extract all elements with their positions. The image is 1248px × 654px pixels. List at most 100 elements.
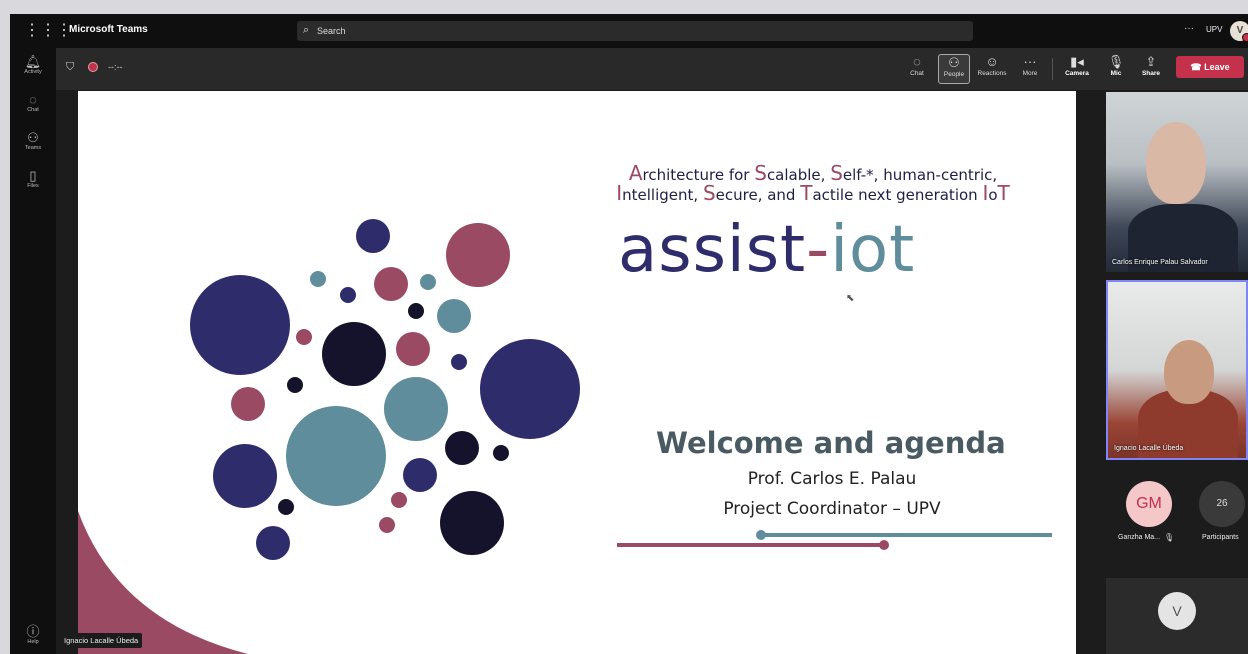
participant-face [1164,340,1214,404]
control-label: Reactions [977,70,1007,77]
logo-dot [437,299,471,333]
chat-icon: ◌ [913,54,921,69]
more-button[interactable]: ··· More [1016,54,1044,84]
rail-label: Teams [24,145,42,151]
participant-face [1146,122,1206,204]
mic-button[interactable]: 🎙︎ Mic [1104,54,1128,84]
toolbar-divider [1052,58,1053,80]
logo-dot [384,377,448,441]
logo-word-iot: iot [830,213,916,287]
file-icon: ▯ [29,168,37,183]
logo-dot [356,219,390,253]
reactions-button[interactable]: ☺ Reactions [974,54,1010,84]
logo-dot [231,387,265,421]
maroon-rule-dot [879,540,889,550]
logo-dot [420,274,436,290]
control-label: Mic [1110,70,1122,77]
logo-hyphen: - [806,213,831,287]
slide-heading: Welcome and agenda [656,426,1006,460]
leave-button[interactable]: ☎︎ Leave [1176,56,1244,78]
subtitle-segment: o [988,186,998,204]
rail-item-teams[interactable]: ⚇ Teams [10,130,56,151]
rail-label: Chat [27,107,39,113]
leave-label: Leave [1204,62,1230,72]
share-button[interactable]: ⇪ Share [1136,54,1166,84]
rail-label: Help [27,639,39,645]
participants-count-button[interactable]: 26 [1199,481,1245,527]
logo-dot [451,354,467,370]
logo-dot [287,377,303,393]
rail-label: Activity [24,69,42,75]
subtitle-segment: T [997,181,1010,205]
self-video-tile[interactable]: V [1106,578,1248,654]
teams-window: ⋮⋮⋮ Microsoft Teams ⌕ Search ··· UPV V 🔔… [10,14,1248,654]
more-options-button[interactable]: ··· [1184,23,1194,34]
logo-dot [374,267,408,301]
slide-role: Project Coordinator – UPV [723,499,941,519]
logo-dot [190,275,290,375]
presenter-name-tag: Ignacio Lacalle Úbeda [60,633,143,648]
people-button[interactable]: ⚇ People [938,54,970,84]
chat-icon: ◌ [29,92,37,107]
subtitle-segment: actile next generation [812,186,983,204]
app-title: Microsoft Teams [69,24,148,35]
logo-dot [213,444,277,508]
rail-item-chat[interactable]: ◌ Chat [10,92,56,113]
teams-icon: ⚇ [27,130,39,145]
user-avatar[interactable]: V [1230,21,1248,42]
share-icon: ⇪ [1145,54,1157,69]
control-label: More [1022,70,1038,77]
logo-dots [190,219,580,560]
control-label: Share [1141,70,1161,77]
logo-dot [391,492,407,508]
logo-dot [278,499,294,515]
camera-off-icon: ▮◂ [1070,54,1084,69]
logo-dot [446,223,510,287]
assist-iot-logo: assist-iot [618,215,915,285]
app-launcher-icon[interactable]: ⋮⋮⋮ [24,22,72,40]
phone-icon: ☎︎ [1190,62,1205,72]
search-placeholder: Search [317,26,346,36]
control-label: Camera [1065,70,1089,77]
video-tile-ignacio[interactable]: Ignacio Lacalle Úbeda [1106,280,1248,460]
search-icon: ⌕ [303,24,310,36]
logo-dot [493,445,509,461]
mouse-cursor-icon: ⬉ [846,293,855,304]
search-input[interactable]: ⌕ Search [297,21,973,41]
subtitle-segment: T [800,181,813,205]
logo-dot [340,287,356,303]
participant-name: Carlos Enrique Palau Salvador [1112,259,1208,266]
subtitle-segment: S [702,181,716,205]
logo-dot [396,332,430,366]
logo-dot [296,329,312,345]
self-avatar: V [1158,592,1196,630]
rail-item-files[interactable]: ▯ Files [10,168,56,189]
logo-dot [440,491,504,555]
logo-dot [403,458,437,492]
logo-dot [322,322,386,386]
help-icon: ⓘ [26,624,40,639]
mic-off-icon: 🎙︎ [1164,533,1175,542]
chat-button[interactable]: ◌ Chat [904,54,930,84]
slide-subtitle-line2: Intelligent, Secure, and Tactile next ge… [598,181,1028,205]
org-label[interactable]: UPV [1206,25,1222,34]
subtitle-segment: ecure, and [715,186,801,204]
reactions-icon: ☺ [985,54,999,69]
more-icon: ··· [1023,54,1037,69]
rail-item-help[interactable]: ⓘ Help [10,624,56,645]
mic-off-icon: 🎙︎ [1107,54,1125,69]
slide-presenter: Prof. Carlos E. Palau [747,469,917,489]
shared-slide: Architecture for Scalable, Self-*, human… [78,91,1076,654]
meeting-stage: Architecture for Scalable, Self-*, human… [56,90,1248,654]
shield-icon: ⛉ [66,61,75,73]
participant-avatar-gm[interactable]: GM [1126,481,1172,527]
rail-item-activity[interactable]: 🔔︎ Activity [10,54,56,75]
meeting-timer: --:-- [108,62,123,72]
app-rail: 🔔︎ Activity ◌ Chat ⚇ Teams ▯ Files ⓘ Help [10,48,56,654]
video-tile-carlos[interactable]: Carlos Enrique Palau Salvador [1106,92,1248,272]
camera-button[interactable]: ▮◂ Camera [1060,54,1094,84]
status-dot [1242,33,1248,42]
logo-dot [445,431,479,465]
people-icon: ⚇ [948,55,960,70]
participant-name: Ignacio Lacalle Úbeda [1114,445,1184,452]
